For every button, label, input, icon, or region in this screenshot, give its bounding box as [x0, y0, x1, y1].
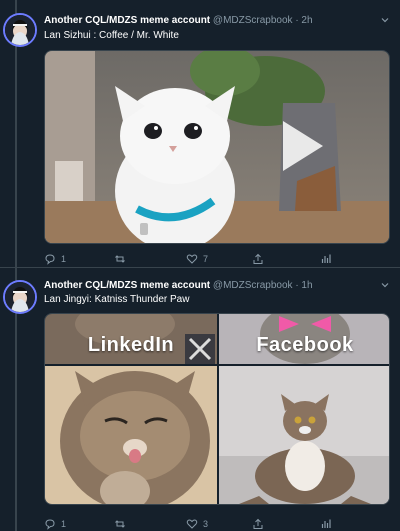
- retweet-button[interactable]: [114, 517, 131, 531]
- reply-button[interactable]: 1: [44, 252, 66, 266]
- display-name[interactable]: Another CQL/MDZS meme account: [44, 15, 210, 26]
- tweet[interactable]: Another CQL/MDZS meme account @MDZScrapb…: [0, 268, 400, 531]
- share-icon: [253, 518, 263, 529]
- analytics-icon: [321, 254, 331, 263]
- tweet-image[interactable]: [44, 50, 390, 244]
- share-icon: [253, 253, 263, 264]
- display-name[interactable]: Another CQL/MDZS meme account: [44, 280, 210, 291]
- timestamp[interactable]: · 1h: [295, 280, 312, 291]
- reply-icon: [45, 254, 55, 265]
- timestamp[interactable]: · 2h: [295, 15, 312, 26]
- share-button[interactable]: [252, 252, 264, 266]
- meme-grid: LinkedIn Facebook: [45, 314, 389, 504]
- chevron-down-icon[interactable]: [380, 15, 390, 25]
- user-handle[interactable]: @MDZScrapbook: [213, 280, 293, 291]
- tweet-text: Lan Jingyi: Katniss Thunder Paw: [44, 294, 190, 305]
- linkedin-cat-photo: [45, 366, 217, 504]
- retweet-icon: [115, 255, 125, 263]
- linkedin-label: LinkedIn: [87, 334, 175, 356]
- tweet-header: Another CQL/MDZS meme account @MDZScrapb…: [44, 280, 376, 291]
- analytics-icon: [321, 519, 331, 528]
- tweet-header: Another CQL/MDZS meme account @MDZScrapb…: [44, 15, 376, 26]
- tweet-actions: 1 3: [44, 517, 344, 531]
- reply-icon: [45, 519, 55, 530]
- tweet-text: Lan Sizhui : Coffee / Mr. White: [44, 30, 179, 41]
- reply-count: 1: [61, 519, 67, 529]
- like-icon: [186, 254, 198, 264]
- reply-button[interactable]: 1: [44, 517, 66, 531]
- like-count: 7: [203, 254, 209, 264]
- reply-count: 1: [61, 254, 67, 264]
- facebook-label: Facebook: [256, 334, 354, 356]
- avatar[interactable]: [3, 13, 37, 47]
- facebook-panel-top: Facebook: [219, 314, 389, 364]
- retweet-icon: [115, 520, 125, 528]
- facebook-cat-photo: [219, 366, 389, 504]
- like-icon: [186, 519, 198, 529]
- like-button[interactable]: 7: [186, 252, 208, 266]
- chevron-down-icon[interactable]: [380, 280, 390, 290]
- avatar[interactable]: [3, 280, 37, 314]
- like-button[interactable]: 3: [186, 517, 208, 531]
- analytics-button[interactable]: [320, 252, 332, 266]
- tweet[interactable]: Another CQL/MDZS meme account @MDZScrapb…: [0, 0, 400, 268]
- retweet-button[interactable]: [114, 252, 131, 266]
- like-count: 3: [203, 519, 209, 529]
- tweet-actions: 1 7: [44, 252, 344, 266]
- linkedin-panel-top: LinkedIn: [45, 314, 217, 364]
- user-handle[interactable]: @MDZScrapbook: [213, 15, 293, 26]
- share-button[interactable]: [252, 517, 264, 531]
- analytics-button[interactable]: [320, 517, 332, 531]
- tweet-image[interactable]: LinkedIn Facebook: [44, 313, 390, 505]
